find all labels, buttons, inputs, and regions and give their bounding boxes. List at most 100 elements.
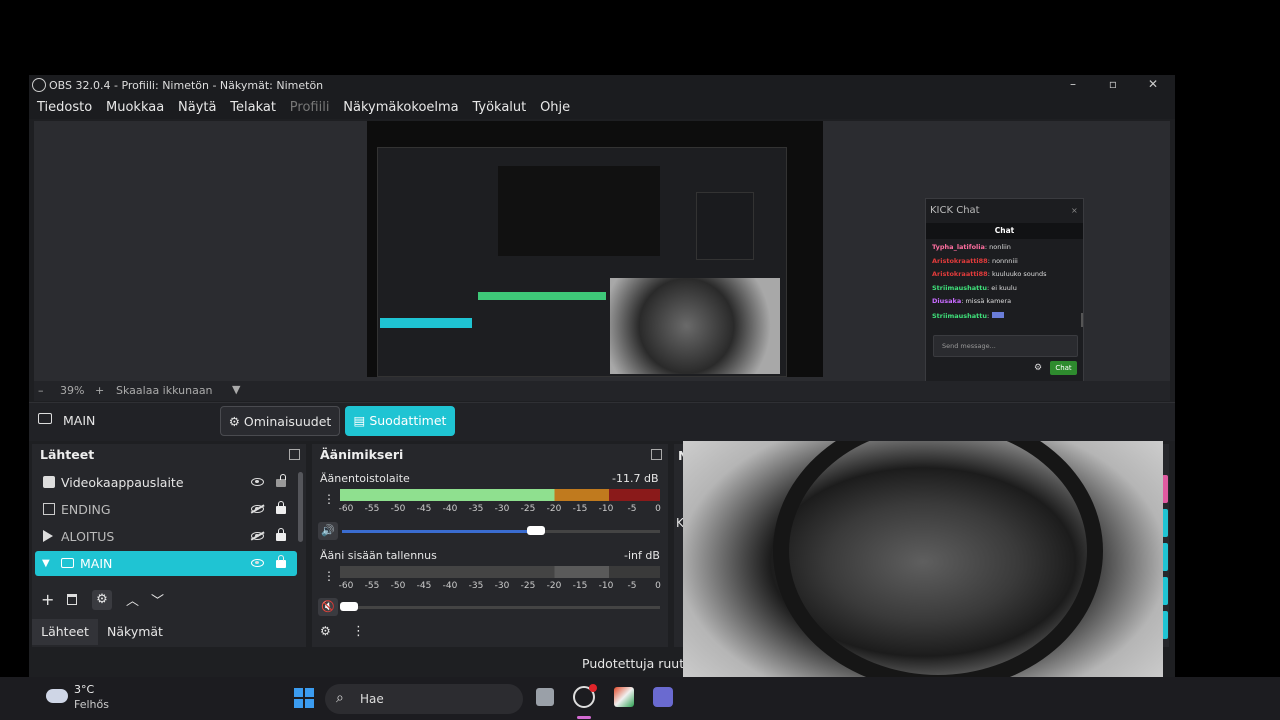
scale-tick: -40 [442, 504, 458, 514]
channel-menu-icon[interactable]: ⋮ [323, 569, 335, 583]
scale-tick: -30 [494, 581, 510, 591]
app-icon[interactable] [653, 687, 673, 707]
preview-canvas[interactable] [367, 121, 823, 377]
scale-tick: -5 [627, 581, 637, 591]
zoom-bar: – 39% + Skaalaa ikkunaan ▼ [34, 381, 1170, 401]
play-icon [43, 530, 53, 542]
zoom-out-button[interactable]: – [38, 384, 44, 397]
mixer-menu-icon[interactable]: ⋮ [352, 624, 365, 639]
sources-popout-icon[interactable] [289, 449, 300, 460]
source-settings-gear-icon[interactable]: ⚙ [92, 590, 112, 610]
app-icon[interactable] [614, 687, 634, 707]
visibility-eye-icon[interactable] [251, 478, 264, 486]
meter-scale: -60 -55 -50 -45 -40 -35 -30 -25 -20 -15 … [339, 581, 661, 592]
volume-slider-handle[interactable] [340, 602, 358, 611]
speaker-icon[interactable]: 🔊 [318, 522, 338, 540]
move-up-chevron-icon[interactable]: ︿ [126, 590, 139, 609]
source-name: MAIN [80, 556, 113, 571]
chat-message-input[interactable]: Send message... [933, 335, 1078, 357]
chat-message: Striimaushattu: [932, 312, 1005, 320]
hidden-eye-icon[interactable] [251, 532, 264, 540]
chat-text: : missä kamera [961, 297, 1012, 305]
volume-slider-track[interactable] [342, 606, 660, 609]
filters-label: Suodattimet [369, 413, 447, 428]
chat-message: Aristokraatti88: nonnniii [932, 257, 1018, 265]
channel-menu-icon[interactable]: ⋮ [323, 492, 335, 506]
remove-source-trash-icon[interactable] [67, 594, 77, 605]
chat-scrollbar[interactable] [1081, 313, 1083, 327]
context-scene-name: MAIN [63, 413, 96, 428]
minimize-button[interactable]: – [1053, 77, 1093, 95]
kick-chat-title: KICK Chat [930, 205, 980, 216]
taskbar-search[interactable]: ⌕ Hae [325, 684, 523, 714]
lock-open-icon[interactable] [276, 474, 286, 487]
tab-scenes[interactable]: Näkymät [102, 619, 168, 645]
source-row-ending[interactable]: ENDING [35, 497, 297, 522]
menu-profile[interactable]: Profiili [290, 97, 330, 119]
maximize-button[interactable]: ▫ [1093, 77, 1133, 95]
kick-chat-close-icon[interactable]: × [1071, 206, 1078, 215]
volume-slider-fill [342, 530, 542, 533]
task-view-icon[interactable] [536, 688, 554, 706]
channel-db: -inf dB [624, 549, 660, 562]
lock-icon[interactable] [276, 555, 286, 568]
chat-user: Aristokraatti88 [932, 257, 988, 265]
source-row-main[interactable]: ▼ MAIN [35, 551, 297, 576]
source-row-aloitus[interactable]: ALOITUS [35, 524, 297, 549]
menu-file[interactable]: Tiedosto [37, 97, 92, 119]
close-button[interactable]: ✕ [1133, 77, 1173, 95]
scale-tick: -15 [572, 581, 588, 591]
hidden-eye-icon[interactable] [251, 505, 264, 513]
menu-view[interactable]: Näytä [178, 97, 216, 119]
channel-name: Ääni sisään tallennus [320, 549, 437, 562]
scale-tick: -20 [546, 581, 562, 591]
chat-send-button[interactable]: Chat [1050, 361, 1077, 375]
source-row-videokaappauslaite[interactable]: Videokaappauslaite [35, 470, 297, 495]
volume-slider-track[interactable] [542, 530, 660, 533]
lock-icon[interactable] [276, 501, 286, 514]
scale-tick: -50 [390, 581, 406, 591]
scale-tick: -50 [390, 504, 406, 514]
preview-area[interactable]: KICK Chat × Chat Typha_latifolia: nonlii… [34, 121, 1170, 385]
properties-label: Ominaisuudet [243, 414, 332, 429]
visibility-eye-icon[interactable] [251, 559, 264, 567]
mixer-settings-gears-icon[interactable]: ⚙ [320, 624, 331, 638]
kick-chat-window: KICK Chat × Chat Typha_latifolia: nonlii… [925, 198, 1084, 382]
mixer-popout-icon[interactable] [651, 449, 662, 460]
add-source-button[interactable]: + [41, 590, 54, 609]
properties-button[interactable]: ⚙ Ominaisuudet [220, 406, 340, 436]
chat-text: : nonliin [984, 243, 1011, 251]
active-indicator [577, 716, 591, 719]
zoom-dropdown-chevron-icon[interactable]: ▼ [232, 383, 240, 396]
zoom-in-button[interactable]: + [95, 384, 104, 397]
sources-header: Lähteet [40, 447, 95, 462]
scale-tick: -30 [494, 504, 510, 514]
filters-button[interactable]: ▤ Suodattimet [345, 406, 455, 436]
nested-meter [478, 292, 606, 300]
move-down-chevron-icon[interactable]: ﹀ [151, 590, 164, 609]
scale-tick: -20 [546, 504, 562, 514]
menu-help[interactable]: Ohje [540, 97, 570, 119]
temperature: 3°C [74, 683, 95, 696]
menu-edit[interactable]: Muokkaa [106, 97, 164, 119]
expand-chevron-icon[interactable]: ▼ [42, 551, 50, 576]
menu-tools[interactable]: Työkalut [472, 97, 526, 119]
chat-input-placeholder: Send message... [942, 342, 996, 350]
chat-message: Diusaka: missä kamera [932, 297, 1011, 305]
source-name: ALOITUS [61, 529, 115, 544]
tab-sources[interactable]: Lähteet [32, 619, 98, 645]
menu-scene-collection[interactable]: Näkymäkokoelma [343, 97, 458, 119]
muted-speaker-icon[interactable]: 🔇 [318, 598, 338, 616]
nested-preview [498, 166, 660, 256]
menu-docks[interactable]: Telakat [230, 97, 276, 119]
scale-tick: -5 [627, 504, 637, 514]
lock-icon[interactable] [276, 528, 286, 541]
sources-scrollbar[interactable] [298, 472, 303, 542]
channel-level-meter [340, 489, 660, 501]
scale-tick: -10 [598, 581, 614, 591]
scale-tick: -25 [520, 504, 536, 514]
windows-start-icon[interactable] [294, 688, 314, 708]
title-bar: OBS 32.0.4 - Profiili: Nimetön - Näkymät… [29, 75, 1175, 97]
volume-slider-handle[interactable] [527, 526, 545, 535]
chat-settings-gear-icon[interactable]: ⚙ [1034, 363, 1042, 373]
